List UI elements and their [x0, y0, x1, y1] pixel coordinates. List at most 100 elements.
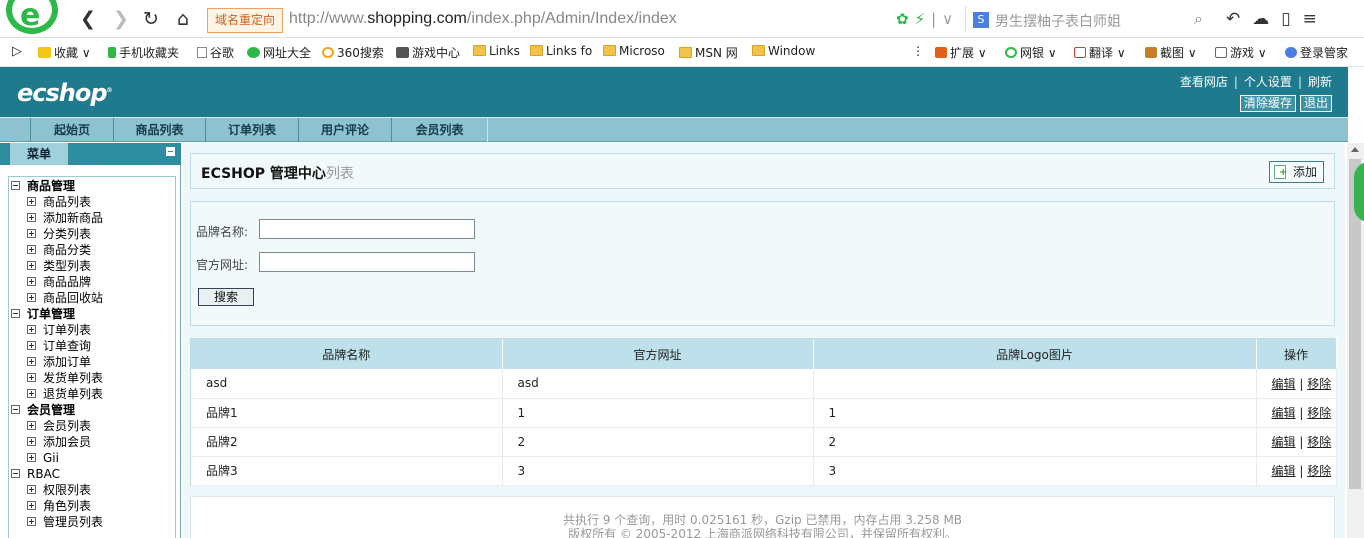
- menu-group-members[interactable]: 会员管理: [11, 402, 75, 418]
- logout-button[interactable]: 退出: [1299, 95, 1332, 112]
- collapse-icon[interactable]: [11, 469, 20, 478]
- address-action-icons[interactable]: ✿⚡|∨: [896, 10, 959, 28]
- toolbar-translate[interactable]: 翻译 ∨: [1074, 44, 1126, 61]
- url-field[interactable]: http://www.shopping.com/index.php/Admin/…: [289, 10, 677, 28]
- header-buttons: 清除缓存 退出: [1236, 95, 1332, 112]
- collapse-icon[interactable]: [11, 181, 20, 190]
- domain-redirect-badge[interactable]: 域名重定向: [207, 8, 283, 33]
- bookmark-msn[interactable]: MSN 网: [679, 44, 738, 61]
- refresh-link[interactable]: 刷新: [1308, 75, 1332, 89]
- col-brand-logo[interactable]: 品牌Logo图片: [813, 339, 1257, 369]
- search-box[interactable]: S 男生摆柚子表白师姐 ⌕: [965, 6, 1213, 33]
- collapse-menu-icon[interactable]: [166, 147, 175, 156]
- menu-item-product-recycle[interactable]: 商品回收站: [27, 290, 103, 306]
- menu-item-category-list[interactable]: 分类列表: [27, 226, 91, 242]
- add-button[interactable]: 添加: [1269, 161, 1324, 183]
- browser-tool-icons[interactable]: ↶☁▯≡: [1226, 9, 1329, 29]
- bookmark-microsoft[interactable]: Microso: [603, 44, 665, 58]
- forward-icon[interactable]: ❯: [113, 8, 129, 30]
- menu-item-return-list[interactable]: 退货单列表: [27, 386, 103, 402]
- remove-link[interactable]: 移除: [1307, 435, 1331, 449]
- menu-item-order-query[interactable]: 订单查询: [27, 338, 91, 354]
- menu-item-add-order[interactable]: 添加订单: [27, 354, 91, 370]
- bookmark-nav[interactable]: 网址大全: [247, 44, 311, 61]
- menu-item-type-list[interactable]: 类型列表: [27, 258, 91, 274]
- toolbar-login-manager[interactable]: 登录管家: [1285, 44, 1348, 61]
- header-links: 查看网店 | 个人设置 | 刷新: [1179, 75, 1332, 89]
- menu-item-admin-list[interactable]: 管理员列表: [27, 514, 103, 530]
- sidebar-header: 菜单: [0, 143, 181, 165]
- bookmark-google[interactable]: 谷歌: [197, 44, 234, 61]
- clear-cache-button[interactable]: 清除缓存: [1239, 95, 1296, 112]
- menu-item-product-brand[interactable]: 商品品牌: [27, 274, 91, 290]
- personal-settings-link[interactable]: 个人设置: [1244, 75, 1292, 89]
- menu-item-add-product[interactable]: 添加新商品: [27, 210, 103, 226]
- edit-link[interactable]: 编辑: [1272, 464, 1296, 478]
- bookmark-mobile[interactable]: 手机收藏夹: [108, 44, 179, 61]
- menu-item-gii[interactable]: Gii: [27, 450, 59, 466]
- browser-logo-icon[interactable]: [6, 0, 58, 34]
- edit-link[interactable]: 编辑: [1272, 406, 1296, 420]
- site-url-input[interactable]: [259, 252, 475, 272]
- brand-table: 品牌名称 官方网址 品牌Logo图片 操作 asd asd 编辑 | 移除 品牌…: [191, 339, 1337, 486]
- site-url-label: 官方网址:: [196, 258, 249, 272]
- expand-icon: [27, 229, 36, 238]
- tab-member-list[interactable]: 会员列表: [391, 118, 488, 142]
- bookmark-windows[interactable]: Window: [752, 44, 815, 58]
- menu-item-member-list[interactable]: 会员列表: [27, 418, 91, 434]
- floating-assistant-icon[interactable]: [1354, 162, 1364, 222]
- toolbar-extensions[interactable]: 扩展 ∨: [935, 44, 987, 61]
- search-engine-icon[interactable]: S: [973, 12, 989, 28]
- folder-icon: [679, 47, 692, 58]
- remove-link[interactable]: 移除: [1307, 464, 1331, 478]
- menu-group-orders[interactable]: 订单管理: [11, 306, 75, 322]
- bookmark-links[interactable]: Links: [473, 44, 520, 58]
- sidebar-toggle-icon[interactable]: ▷: [12, 44, 22, 59]
- bookmark-favorites[interactable]: 收藏 ∨: [38, 44, 91, 61]
- grid-icon: [935, 47, 947, 58]
- bookmark-links-for[interactable]: Links fo: [530, 44, 592, 58]
- toolbar-screenshot[interactable]: 截图 ∨: [1145, 44, 1197, 61]
- bookmark-game-center[interactable]: 游戏中心: [396, 44, 460, 61]
- edit-link[interactable]: 编辑: [1272, 435, 1296, 449]
- page-title-bar: ECSHOP 管理中心列表 添加: [190, 153, 1335, 189]
- tab-order-list[interactable]: 订单列表: [205, 118, 299, 142]
- tab-product-list[interactable]: 商品列表: [113, 118, 206, 142]
- menu-item-permission-list[interactable]: 权限列表: [27, 482, 91, 498]
- collapse-icon[interactable]: [11, 309, 20, 318]
- search-icon[interactable]: ⌕: [1194, 9, 1203, 29]
- menu-item-shipping-list[interactable]: 发货单列表: [27, 370, 103, 386]
- menu-item-product-list[interactable]: 商品列表: [27, 194, 91, 210]
- menu-group-rbac[interactable]: RBAC: [11, 466, 60, 482]
- search-input[interactable]: 男生摆柚子表白师姐: [995, 11, 1121, 31]
- footer-copyright: 版权所有 © 2005-2012 上海商派网络科技有限公司，并保留所有权利。: [568, 527, 957, 538]
- view-shop-link[interactable]: 查看网店: [1180, 75, 1228, 89]
- menu-item-role-list[interactable]: 角色列表: [27, 498, 91, 514]
- expand-icon: [27, 485, 36, 494]
- menu-group-products[interactable]: 商品管理: [11, 178, 75, 194]
- remove-link[interactable]: 移除: [1307, 406, 1331, 420]
- edit-link[interactable]: 编辑: [1272, 377, 1296, 391]
- remove-link[interactable]: 移除: [1307, 377, 1331, 391]
- collapse-icon[interactable]: [11, 405, 20, 414]
- home-icon[interactable]: ⌂: [177, 8, 189, 30]
- tab-start[interactable]: 起始页: [30, 118, 114, 142]
- bookmark-360search[interactable]: 360搜索: [322, 44, 384, 61]
- reload-icon[interactable]: ↻: [143, 8, 159, 30]
- col-brand-name[interactable]: 品牌名称: [191, 339, 503, 369]
- scroll-up-icon[interactable]: [1351, 147, 1359, 152]
- col-site-url[interactable]: 官方网址: [502, 339, 814, 369]
- search-button[interactable]: 搜索: [198, 288, 254, 306]
- main-content: ECSHOP 管理中心列表 添加 品牌名称: 官方网址: 搜索 品牌名称 官方网…: [183, 143, 1345, 538]
- brand-name-input[interactable]: [259, 219, 475, 239]
- expand-icon: [27, 421, 36, 430]
- toolbar-games[interactable]: 游戏 ∨: [1215, 44, 1267, 61]
- menu-item-product-category[interactable]: 商品分类: [27, 242, 91, 258]
- menu-item-add-member[interactable]: 添加会员: [27, 434, 91, 450]
- back-icon[interactable]: ❮: [80, 8, 96, 30]
- menu-item-order-list[interactable]: 订单列表: [27, 322, 91, 338]
- toolbar-ebank[interactable]: 网银 ∨: [1005, 44, 1057, 61]
- tab-user-reviews[interactable]: 用户评论: [298, 118, 392, 142]
- more-icon[interactable]: ⋮: [912, 44, 924, 58]
- page-subtitle: 列表: [325, 166, 354, 182]
